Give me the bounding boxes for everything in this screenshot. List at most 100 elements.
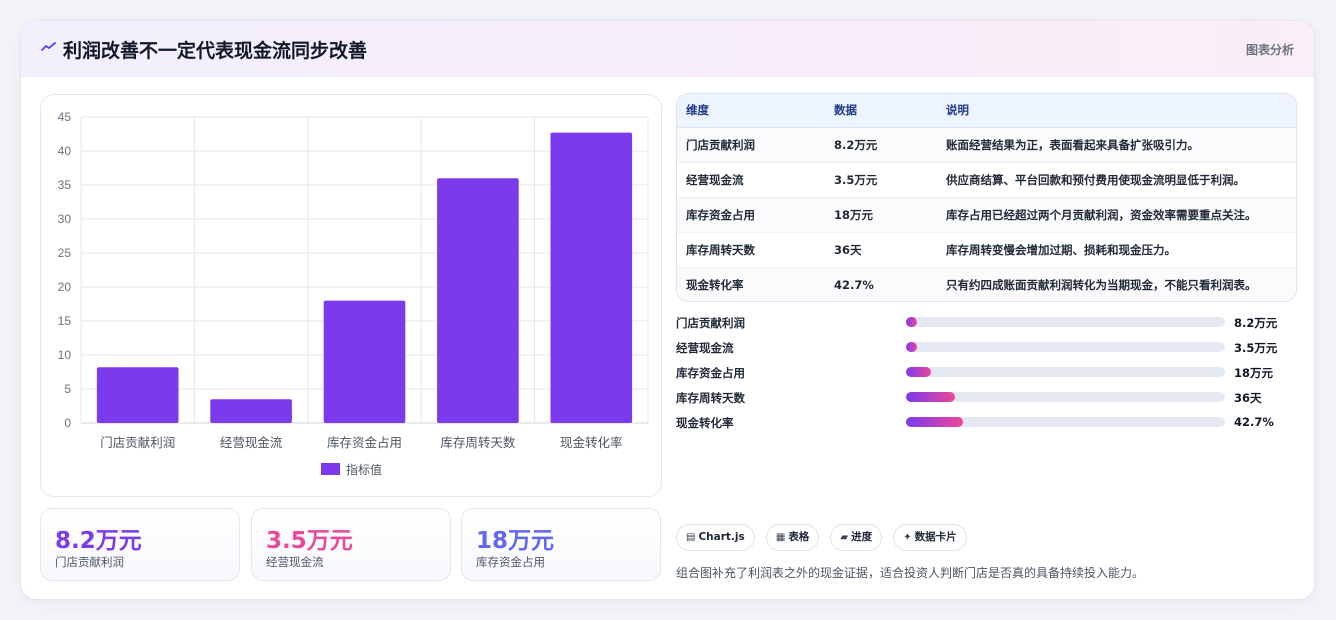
table-cell: 供应商结算、平台回款和预付费用使现金流明显低于利润。 xyxy=(946,172,1245,187)
progress-fill xyxy=(906,317,918,327)
table-cell: 18万元 xyxy=(834,207,874,222)
progress-icon: ▰ xyxy=(840,532,849,543)
y-tick-label: 0 xyxy=(64,416,71,430)
progress-track xyxy=(906,367,1225,377)
stat-card-inventory: 18万元 库存资金占用 xyxy=(461,508,661,581)
progress-fill xyxy=(906,342,918,352)
progress-value: 8.2万元 xyxy=(1234,316,1278,330)
chip-data-card[interactable]: ✦ 数据卡片 xyxy=(893,524,967,551)
bar xyxy=(437,178,519,423)
table-header-row: 维度 数据 说明 xyxy=(677,94,1296,128)
y-tick-label: 35 xyxy=(58,178,72,192)
progress-row: 库存资金占用 18万元 xyxy=(676,363,1297,388)
table-cell: 42.7% xyxy=(834,277,874,292)
progress-fill xyxy=(906,392,956,402)
analysis-card: 利润改善不一定代表现金流同步改善 图表分析 0 5 10 15 20 25 30 35 40 45… xyxy=(20,20,1315,600)
chart-analysis-tag: 图表分析 xyxy=(1245,43,1294,57)
y-tick-label: 30 xyxy=(58,212,72,226)
y-tick-label: 45 xyxy=(58,110,72,124)
progress-label: 门店贡献利润 xyxy=(676,316,745,330)
chip-table[interactable]: ▦ 表格 xyxy=(765,524,820,551)
table-cell: 库存周转天数 xyxy=(686,242,755,257)
table-cell: 现金转化率 xyxy=(686,277,744,292)
table-cell: 只有约四成账面贡献利润转化为当期现金，不能只看利润表。 xyxy=(946,277,1257,292)
y-tick-label: 25 xyxy=(58,246,72,260)
table-row: 库存资金占用 18万元 库存占用已经超过两个月贡献利润，资金效率需要重点关注。 xyxy=(677,197,1296,232)
table-icon: ▦ xyxy=(775,532,786,543)
chip-label: Chart.js xyxy=(698,531,745,543)
chip-label: 数据卡片 xyxy=(914,531,957,543)
stat-value: 3.5万元 xyxy=(266,528,353,554)
table-cell: 库存占用已经超过两个月贡献利润，资金效率需要重点关注。 xyxy=(946,207,1257,222)
y-tick-label: 20 xyxy=(58,280,72,294)
chip-label: 表格 xyxy=(788,531,810,543)
progress-track xyxy=(906,342,1225,352)
progress-value: 42.7% xyxy=(1234,415,1274,429)
bar-chart: 0 5 10 15 20 25 30 35 40 45 门店贡献利润 经营现金流 库存资金占用 库存周转天… xyxy=(58,110,649,477)
progress-list: 门店贡献利润 8.2万元 经营现金流 3.5万元 库存资金占用 18万元 库存周… xyxy=(676,313,1297,438)
data-table-panel: 维度 数据 说明 门店贡献利润 8.2万元 账面经营结果为正，表面看起来具备扩张… xyxy=(676,93,1297,302)
table-cell: 8.2万元 xyxy=(834,137,878,152)
y-tick-label: 15 xyxy=(58,314,72,328)
footnote: 组合图补充了利润表之外的现金证据，适合投资人判断门店是否真的具备持续投入能力。 xyxy=(676,566,1145,580)
table-cell: 36天 xyxy=(834,242,862,257)
x-tick-label: 门店贡献利润 xyxy=(100,435,175,450)
progress-label: 经营现金流 xyxy=(676,341,734,355)
table-header: 维度 xyxy=(677,94,825,128)
progress-row: 现金转化率 42.7% xyxy=(676,413,1297,438)
table-cell: 库存周转变慢会增加过期、损耗和现金压力。 xyxy=(946,242,1176,257)
table-row: 库存周转天数 36天 库存周转变慢会增加过期、损耗和现金压力。 xyxy=(677,232,1296,267)
stat-label: 库存资金占用 xyxy=(476,555,545,569)
stat-card-cashflow: 3.5万元 经营现金流 xyxy=(251,508,451,581)
stat-card-profit: 8.2万元 门店贡献利润 xyxy=(40,508,240,581)
progress-fill xyxy=(906,367,931,377)
bar xyxy=(323,300,406,423)
table-cell: 库存资金占用 xyxy=(686,207,755,222)
trend-icon xyxy=(41,42,56,51)
table-header: 数据 xyxy=(825,94,937,128)
progress-value: 3.5万元 xyxy=(1234,341,1278,355)
card-icon: ✦ xyxy=(903,532,912,543)
chart-icon: ▤ xyxy=(686,532,696,543)
stat-label: 经营现金流 xyxy=(266,555,324,569)
progress-value: 18万元 xyxy=(1234,366,1274,380)
y-tick-label: 40 xyxy=(58,144,72,158)
card-header: 利润改善不一定代表现金流同步改善 图表分析 xyxy=(21,21,1314,77)
x-tick-label: 库存周转天数 xyxy=(440,435,516,450)
stat-value: 18万元 xyxy=(476,528,555,554)
progress-value: 36天 xyxy=(1234,391,1262,405)
progress-label: 库存周转天数 xyxy=(676,391,745,405)
table-cell: 经营现金流 xyxy=(686,172,744,187)
chip-progress[interactable]: ▰ 进度 xyxy=(830,524,883,551)
chip-label: 进度 xyxy=(851,531,873,543)
table-cell: 3.5万元 xyxy=(834,172,878,187)
bar xyxy=(210,399,292,423)
progress-row: 库存周转天数 36天 xyxy=(676,388,1297,413)
table-row: 门店贡献利润 8.2万元 账面经营结果为正，表面看起来具备扩张吸引力。 xyxy=(677,127,1296,162)
table-row: 现金转化率 42.7% 只有约四成账面贡献利润转化为当期现金，不能只看利润表。 xyxy=(677,267,1296,301)
data-table: 维度 数据 说明 门店贡献利润 8.2万元 账面经营结果为正，表面看起来具备扩张… xyxy=(677,94,1296,301)
tech-chips: ▤ Chart.js ▦ 表格 ▰ 进度 ✦ 数据卡片 xyxy=(676,524,973,551)
progress-fill xyxy=(906,417,964,427)
x-tick-label: 现金转化率 xyxy=(560,435,623,450)
legend-swatch xyxy=(321,463,340,475)
progress-track xyxy=(906,392,1225,402)
legend-label: 指标值 xyxy=(346,462,382,477)
progress-track xyxy=(906,417,1225,427)
bar xyxy=(96,367,179,423)
bar xyxy=(550,132,633,423)
progress-track xyxy=(906,317,1225,327)
progress-label: 库存资金占用 xyxy=(676,366,745,380)
stat-value: 8.2万元 xyxy=(55,528,142,554)
x-tick-label: 经营现金流 xyxy=(220,435,283,450)
progress-label: 现金转化率 xyxy=(676,416,734,430)
stat-label: 门店贡献利润 xyxy=(55,555,124,569)
table-row: 经营现金流 3.5万元 供应商结算、平台回款和预付费用使现金流明显低于利润。 xyxy=(677,162,1296,197)
table-cell: 门店贡献利润 xyxy=(686,137,755,152)
page-title: 利润改善不一定代表现金流同步改善 xyxy=(63,40,368,62)
progress-row: 经营现金流 3.5万元 xyxy=(676,338,1297,363)
bar-chart-panel: 0 5 10 15 20 25 30 35 40 45 门店贡献利润 经营现金流 库存资金占用 库存周转天… xyxy=(40,94,662,497)
chip-chartjs[interactable]: ▤ Chart.js xyxy=(676,524,755,551)
progress-row: 门店贡献利润 8.2万元 xyxy=(676,313,1297,338)
x-tick-label: 库存资金占用 xyxy=(327,435,402,450)
